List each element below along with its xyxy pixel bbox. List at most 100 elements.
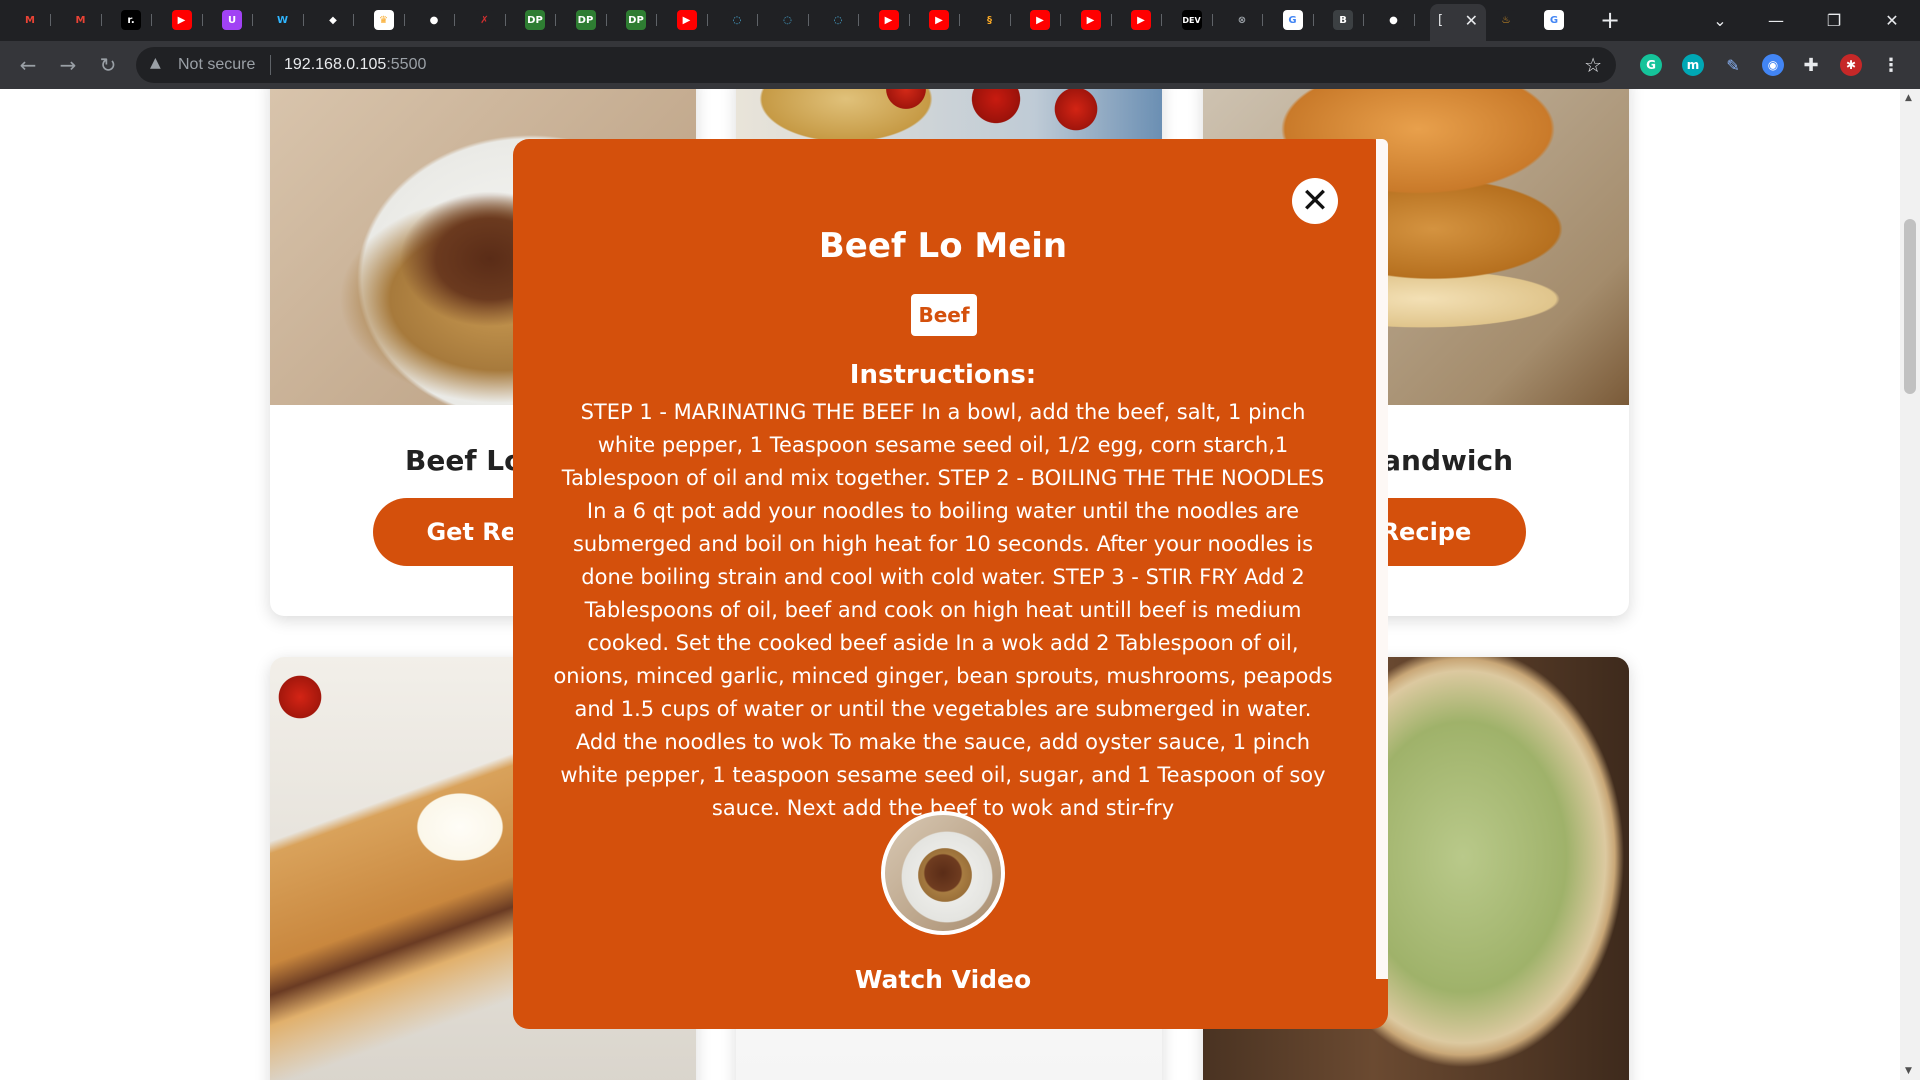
warning-icon[interactable]: ▲	[150, 55, 161, 71]
profile-avatar[interactable]: ✱	[1840, 54, 1862, 76]
tab-separator	[403, 14, 405, 26]
tab-search-icon[interactable]: ⌄	[1692, 4, 1748, 36]
m-extension-icon[interactable]: m	[1682, 54, 1704, 76]
chat-icon[interactable]: ◆	[323, 10, 343, 30]
tab-separator	[100, 14, 102, 26]
tab-close-icon[interactable]: ✕	[1465, 11, 1478, 30]
youtube-icon[interactable]: ▶	[1080, 10, 1101, 30]
url-host: 192.168.0.105	[284, 56, 387, 73]
tab-separator	[1363, 14, 1364, 26]
tab-separator	[1110, 14, 1112, 26]
forward-icon[interactable]: →	[54, 51, 82, 79]
r-icon[interactable]: r.	[121, 10, 141, 30]
tab-separator	[504, 14, 506, 26]
s-icon[interactable]: §	[979, 10, 1000, 30]
close-modal-button[interactable]: ✕	[1292, 178, 1338, 224]
tab-separator	[1060, 14, 1061, 26]
url-port: :5500	[386, 56, 427, 73]
browser-tab-strip: M Mr. ▶ U W ◆ ♛ ● ✗ DP DP DP ▶ ◌ ◌ ◌ ▶ ▶ § ▶ ▶ ▶ DEV ⊗ G B ● [ ✕ ♨…	[0, 0, 1920, 41]
tab-separator	[706, 14, 708, 26]
w-icon[interactable]: W	[272, 10, 293, 30]
recipe-thumbnail[interactable]	[881, 811, 1005, 935]
youtube-icon[interactable]: ▶	[878, 10, 899, 30]
recipe-category-badge: Beef	[911, 294, 977, 336]
loading-icon[interactable]: ◌	[727, 10, 747, 30]
tab-separator	[858, 14, 859, 26]
tab-separator	[302, 14, 304, 26]
scrollbar-thumb[interactable]	[1904, 219, 1916, 394]
tab-separator	[959, 14, 960, 26]
reload-icon[interactable]: ↻	[94, 51, 122, 79]
tab-separator	[757, 14, 758, 26]
extensions-puzzle-icon[interactable]: ✚	[1800, 54, 1822, 76]
tab-separator	[1413, 14, 1415, 26]
new-tab-button[interactable]: +	[1600, 7, 1620, 33]
tab-separator	[50, 14, 51, 26]
browser-menu-icon[interactable]: ⋮	[1880, 54, 1902, 76]
tab-separator	[555, 14, 556, 26]
tab-separator	[1312, 14, 1314, 26]
gmail-icon[interactable]: M	[70, 10, 91, 30]
watch-video-link[interactable]: Watch Video	[513, 965, 1373, 994]
dp-icon[interactable]: DP	[525, 10, 545, 30]
page-scrollbar[interactable]: ▲ ▼	[1900, 89, 1920, 1080]
url-text[interactable]: 192.168.0.105:5500	[284, 56, 426, 74]
youtube-icon[interactable]: ▶	[1030, 10, 1050, 30]
youtube-icon[interactable]: ▶	[171, 10, 192, 30]
tab-separator	[1009, 14, 1011, 26]
tab-separator	[353, 14, 354, 26]
x-icon[interactable]: ✗	[474, 10, 495, 30]
fire-icon[interactable]: ♨	[1496, 10, 1516, 30]
tab-separator	[1211, 14, 1213, 26]
google-icon[interactable]: G	[1544, 10, 1564, 30]
minimize-button[interactable]: —	[1748, 4, 1804, 36]
loading-icon[interactable]: ◌	[828, 10, 848, 30]
loading-icon[interactable]: ◌	[777, 10, 798, 30]
scroll-up-icon[interactable]: ▲	[1905, 93, 1912, 103]
instructions-heading: Instructions:	[849, 360, 1037, 390]
tab-separator	[605, 14, 607, 26]
active-tab[interactable]: [ ✕	[1430, 4, 1486, 41]
tab-separator	[656, 14, 657, 26]
scroll-down-icon[interactable]: ▼	[1905, 1066, 1912, 1076]
m-extension-label: m	[1686, 58, 1700, 72]
tab-separator	[807, 14, 809, 26]
c-extension-icon[interactable]: ◉	[1762, 54, 1784, 76]
pen-extension-icon[interactable]: ✎	[1722, 54, 1744, 76]
grammarly-label: G	[1646, 58, 1656, 72]
tab-separator	[908, 14, 910, 26]
github-icon[interactable]: ●	[1383, 10, 1404, 30]
google-icon[interactable]: G	[1282, 10, 1303, 30]
dev-icon[interactable]: DEV	[1181, 10, 1202, 30]
youtube-icon[interactable]: ▶	[929, 10, 949, 30]
github-icon[interactable]: ●	[424, 10, 444, 30]
restore-button[interactable]: ❐	[1806, 4, 1862, 36]
tab-separator	[201, 14, 203, 26]
youtube-icon[interactable]: ▶	[1131, 10, 1151, 30]
recipe-instructions: STEP 1 - MARINATING THE BEEF In a bowl, …	[553, 400, 1333, 820]
gmail-icon[interactable]: M	[20, 10, 40, 30]
tab-separator	[1262, 14, 1263, 26]
youtube-icon[interactable]: ▶	[676, 10, 697, 30]
grammarly-icon[interactable]: G	[1640, 54, 1662, 76]
dp-icon[interactable]: DP	[626, 10, 646, 30]
omnibox[interactable]: ▲ Not secure 192.168.0.105:5500 ☆	[136, 47, 1616, 83]
address-bar: ← → ↻ ▲ Not secure 192.168.0.105:5500 ☆ …	[0, 41, 1920, 89]
bookmark-star-icon[interactable]: ☆	[1584, 53, 1602, 77]
close-window-button[interactable]: ✕	[1864, 4, 1920, 36]
x-circle-icon[interactable]: ⊗	[1232, 10, 1252, 30]
tab-separator	[252, 14, 253, 26]
dp-icon[interactable]: DP	[575, 10, 596, 30]
b-icon[interactable]: B	[1333, 10, 1353, 30]
tab-separator	[1161, 14, 1162, 26]
modal-scrollbar[interactable]	[1376, 139, 1388, 979]
recipe-title: Beef Lo Mein	[818, 226, 1068, 266]
tab-separator	[454, 14, 455, 26]
crown-icon[interactable]: ♛	[373, 10, 394, 30]
omnibox-divider	[270, 55, 271, 75]
security-label[interactable]: Not secure	[178, 56, 255, 74]
active-tab-title: [	[1438, 13, 1444, 28]
tab-separator	[151, 14, 152, 26]
back-icon[interactable]: ←	[14, 51, 42, 79]
u-icon[interactable]: U	[222, 10, 242, 30]
